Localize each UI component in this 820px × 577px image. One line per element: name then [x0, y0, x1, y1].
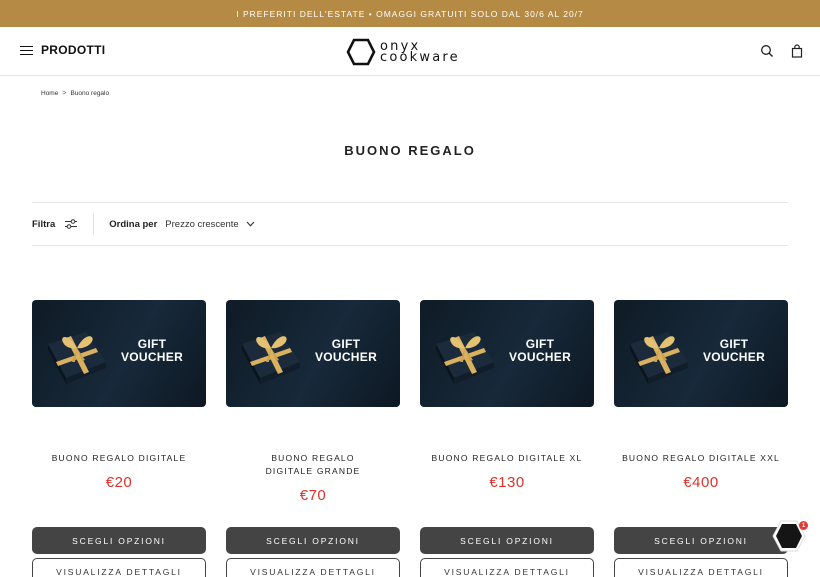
view-details-button[interactable]: VISUALIZZA DETTAGLI — [32, 558, 206, 577]
chevron-right-icon: > — [62, 90, 67, 97]
choose-options-button[interactable]: SCEGLI OPZIONI — [614, 527, 788, 554]
site-header: PRODOTTI onyx cookware — [0, 27, 820, 76]
hamburger-icon — [20, 45, 33, 56]
choose-options-button[interactable]: SCEGLI OPZIONI — [420, 527, 594, 554]
product-card: GIFT VOUCHER BUONO REGALO DIGITALE GRAND… — [226, 300, 400, 577]
product-title[interactable]: BUONO REGALO DIGITALE XL — [420, 452, 594, 465]
voucher-label: GIFT VOUCHER — [314, 337, 378, 364]
filter-sliders-icon — [65, 219, 78, 229]
bag-icon[interactable] — [790, 44, 804, 58]
product-title[interactable]: BUONO REGALO DIGITALE — [32, 452, 206, 465]
gift-box-icon — [630, 332, 688, 384]
view-details-button[interactable]: VISUALIZZA DETTAGLI — [226, 558, 400, 577]
sort-value: Prezzo crescente — [165, 218, 239, 230]
product-title[interactable]: BUONO REGALO DIGITALE GRANDE — [248, 452, 378, 478]
logo-hexagon-icon — [346, 38, 376, 66]
product-card: GIFT VOUCHER BUONO REGALO DIGITALE XXL €… — [614, 300, 788, 577]
announcement-text: I PREFERITI DELL'ESTATE • OMAGGI GRATUIT… — [236, 8, 584, 19]
product-price: €130 — [489, 474, 525, 491]
gift-box-icon — [436, 332, 494, 384]
gift-box-icon — [242, 332, 300, 384]
filter-bar: Filtra Ordina per Prezzo crescente — [32, 202, 788, 246]
breadcrumb-home-link[interactable]: Home — [41, 90, 58, 97]
product-card: GIFT VOUCHER BUONO REGALO DIGITALE €20 S… — [32, 300, 206, 577]
search-icon[interactable] — [760, 44, 774, 58]
view-details-button[interactable]: VISUALIZZA DETTAGLI — [614, 558, 788, 577]
chevron-down-icon — [246, 221, 255, 227]
sort-label: Ordina per — [109, 218, 158, 230]
product-grid: GIFT VOUCHER BUONO REGALO DIGITALE €20 S… — [32, 300, 788, 577]
filter-label: Filtra — [32, 218, 56, 230]
filter-button[interactable]: Filtra — [32, 218, 78, 230]
voucher-label: GIFT VOUCHER — [120, 337, 184, 364]
product-price: €70 — [299, 487, 327, 504]
announcement-bar: I PREFERITI DELL'ESTATE • OMAGGI GRATUIT… — [0, 0, 820, 27]
chat-notification-badge: 1 — [799, 521, 808, 530]
gift-box-icon — [48, 332, 106, 384]
voucher-label: GIFT VOUCHER — [508, 337, 572, 364]
products-menu-label: PRODOTTI — [41, 43, 106, 57]
product-image[interactable]: GIFT VOUCHER — [614, 300, 788, 407]
choose-options-button[interactable]: SCEGLI OPZIONI — [32, 527, 206, 554]
product-image[interactable]: GIFT VOUCHER — [420, 300, 594, 407]
product-title[interactable]: BUONO REGALO DIGITALE XXL — [614, 452, 788, 465]
voucher-label: GIFT VOUCHER — [702, 337, 766, 364]
products-menu-button[interactable]: PRODOTTI — [20, 43, 105, 57]
page-title: BUONO REGALO — [344, 143, 476, 158]
product-image[interactable]: GIFT VOUCHER — [32, 300, 206, 407]
product-price: €20 — [105, 474, 133, 491]
breadcrumb-current: Buono regalo — [70, 90, 110, 97]
breadcrumb: Home > Buono regalo — [41, 90, 109, 97]
choose-options-button[interactable]: SCEGLI OPZIONI — [226, 527, 400, 554]
filter-divider — [93, 213, 95, 235]
product-card: GIFT VOUCHER BUONO REGALO DIGITALE XL €1… — [420, 300, 594, 577]
logo-line-2: cookware — [380, 50, 460, 65]
site-logo[interactable]: onyx cookware — [346, 37, 460, 67]
logo-wordmark: onyx cookware — [380, 40, 460, 65]
view-details-button[interactable]: VISUALIZZA DETTAGLI — [420, 558, 594, 577]
product-image[interactable]: GIFT VOUCHER — [226, 300, 400, 407]
sort-select[interactable]: Prezzo crescente — [165, 218, 255, 230]
product-price: €400 — [683, 474, 719, 491]
